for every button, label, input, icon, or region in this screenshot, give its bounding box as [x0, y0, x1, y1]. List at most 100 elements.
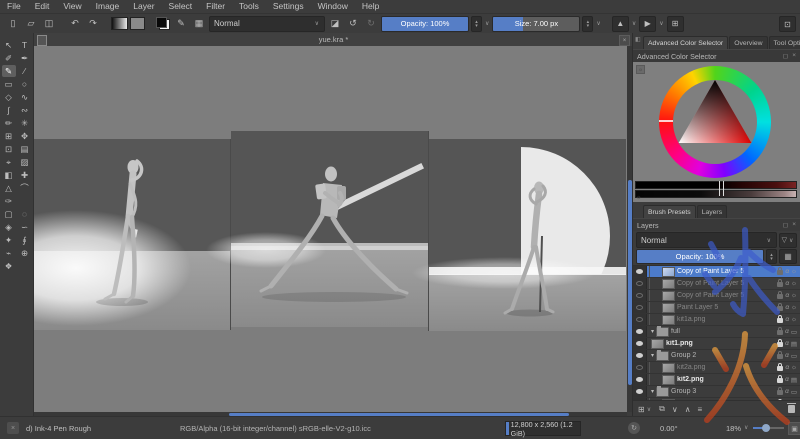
layer-style-icon[interactable] [791, 268, 797, 275]
layer-lock-icon[interactable] [777, 318, 783, 323]
chevron-down-icon[interactable]: ∨ [631, 20, 637, 27]
foreground-color-swatch[interactable] [156, 17, 167, 28]
layer-lock-icon[interactable] [777, 306, 783, 311]
menu-image[interactable]: Image [89, 0, 127, 13]
menu-settings[interactable]: Settings [266, 0, 311, 13]
transform-tool[interactable]: ⊞ [2, 130, 16, 142]
smart-patch-tool[interactable]: ✚ [18, 169, 32, 181]
current-brush-preset-label[interactable]: d) Ink-4 Pen Rough [26, 424, 91, 433]
dynamic-brush-tool[interactable]: ✏ [2, 117, 16, 129]
layer-row[interactable]: ▾ Copy of Paint Layer 5 α [633, 266, 800, 278]
tab-advanced-color-selector[interactable]: Advanced Color Selector [643, 36, 728, 49]
hue-ring[interactable] [659, 66, 771, 178]
alpha-inherit-icon[interactable]: α [785, 388, 789, 395]
layer-row[interactable]: ▾ kit1.png α [633, 338, 800, 350]
menu-tools[interactable]: Tools [232, 0, 266, 13]
layer-style-icon[interactable] [791, 328, 797, 336]
layer-lock-icon[interactable] [777, 366, 783, 371]
reference-images-tool[interactable]: ✑ [2, 195, 16, 207]
size-spinner[interactable]: ▴▾ [582, 16, 593, 32]
choose-workspace-button[interactable]: ⊡ [779, 16, 796, 32]
reload-preset-button[interactable]: ↺ [345, 16, 361, 31]
color-strip-bottom[interactable] [635, 190, 797, 198]
new-document-button[interactable]: ▯ [5, 16, 21, 31]
gradient-tool[interactable]: ▤ [18, 143, 32, 155]
layer-filter-button[interactable]: ▽ ∨ [779, 233, 797, 248]
alpha-inherit-icon[interactable]: α [785, 292, 789, 299]
blending-mode-combo[interactable]: Normal ∨ [209, 16, 325, 32]
alpha-inherit-icon[interactable]: α [785, 304, 789, 311]
line-tool[interactable]: ∕ [18, 65, 32, 77]
layer-row[interactable]: ▾ Paint Layer 5 α [633, 302, 800, 314]
layer-visibility-eye-icon[interactable] [633, 302, 647, 313]
layer-visibility-eye-icon[interactable] [633, 338, 647, 349]
layer-visibility-eye-icon[interactable] [633, 350, 647, 361]
zoom-fit-button[interactable]: ▣ [788, 422, 800, 435]
freehand-brush-tool[interactable]: ✎ [2, 65, 16, 77]
similar-color-selection-tool[interactable]: ✦ [2, 234, 16, 246]
layer-row[interactable]: ▾ Copy of Paint Layer 5 α [633, 290, 800, 302]
opacity-spinner[interactable]: ▴▾ [471, 16, 482, 32]
foreground-background-colors[interactable] [155, 17, 171, 30]
menu-help[interactable]: Help [355, 0, 386, 13]
edit-shapes-tool[interactable]: ✐ [2, 52, 16, 64]
layer-visibility-eye-icon[interactable] [633, 278, 647, 289]
wraparound-mode-button[interactable]: ⊞ [667, 16, 684, 32]
chevron-down-icon[interactable]: ∨ [484, 20, 490, 27]
move-layer-up-button[interactable]: ∧ [685, 405, 691, 414]
pan-tool[interactable]: ❖ [2, 260, 16, 272]
save-button[interactable]: ◫ [41, 16, 57, 31]
menu-view[interactable]: View [56, 0, 88, 13]
layer-style-icon[interactable] [791, 280, 797, 287]
layer-style-icon[interactable] [791, 304, 797, 311]
alpha-inherit-icon[interactable]: α [785, 328, 789, 335]
layer-lock-icon[interactable] [777, 354, 783, 359]
layer-row[interactable]: ▾ kit2.png α [633, 374, 800, 386]
zoom-tool[interactable]: ⊕ [18, 247, 32, 259]
group-caret-icon[interactable]: ▾ [651, 328, 654, 335]
alpha-inherit-icon[interactable]: α [785, 376, 789, 383]
layer-blending-mode-combo[interactable]: Normal ∨ [636, 232, 777, 248]
chevron-down-icon[interactable]: ∨ [744, 424, 748, 431]
saturation-value-triangle[interactable] [659, 66, 771, 178]
layers-docker-header[interactable]: Layers ◻ × [633, 218, 800, 231]
chevron-down-icon[interactable]: ∨ [658, 20, 664, 27]
alpha-inherit-icon[interactable]: α [785, 316, 789, 323]
layer-visibility-eye-icon[interactable] [633, 362, 647, 373]
layer-lock-icon[interactable] [777, 282, 783, 287]
menu-window[interactable]: Window [311, 0, 355, 13]
reset-rotation-button[interactable]: ↻ [628, 422, 640, 434]
recent-preset-button[interactable]: ↻ [363, 16, 379, 31]
color-strip-top[interactable] [635, 181, 797, 189]
chevron-down-icon[interactable]: ∨ [595, 20, 601, 27]
layer-opacity-spinner[interactable]: ▴▾ [766, 249, 777, 264]
layer-row[interactable]: ▾ kit2a.png α [633, 362, 800, 374]
group-caret-icon[interactable]: ▾ [651, 388, 654, 395]
layer-visibility-eye-icon[interactable] [633, 374, 647, 385]
layer-style-icon[interactable] [791, 388, 797, 396]
pattern-chooser-button[interactable] [130, 17, 145, 30]
opacity-slider[interactable]: Opacity: 100% [381, 16, 469, 32]
tab-brush-presets[interactable]: Brush Presets [643, 205, 696, 218]
ellipse-tool[interactable]: ○ [18, 78, 32, 90]
tab-layers[interactable]: Layers [697, 205, 727, 218]
alpha-inherit-icon[interactable]: α [785, 364, 789, 371]
close-docker-icon[interactable]: × [792, 52, 796, 60]
zoom-slider-handle[interactable] [762, 424, 770, 432]
layer-visibility-eye-icon[interactable] [633, 290, 647, 301]
delete-layer-button[interactable] [788, 405, 795, 413]
bezier-curve-tool[interactable]: ∫ [2, 104, 16, 116]
color-sampler-tool[interactable]: ⌖ [2, 156, 16, 168]
layer-lock-icon[interactable] [777, 330, 783, 335]
canvas[interactable] [34, 46, 627, 412]
select-shapes-tool[interactable]: ↖ [2, 39, 16, 51]
mirror-vertical-button[interactable]: ▶ [639, 16, 656, 32]
layer-row[interactable]: ▾ Copy of Paint Layer 5 α [633, 278, 800, 290]
layer-lock-icon[interactable] [777, 342, 783, 347]
undo-button[interactable]: ↶ [67, 16, 83, 31]
menu-edit[interactable]: Edit [28, 0, 57, 13]
layer-lock-icon[interactable] [777, 294, 783, 299]
crop-tool[interactable]: ⊡ [2, 143, 16, 155]
layer-visibility-eye-icon[interactable] [633, 266, 647, 277]
brush-preset-chip[interactable]: × [7, 422, 19, 434]
